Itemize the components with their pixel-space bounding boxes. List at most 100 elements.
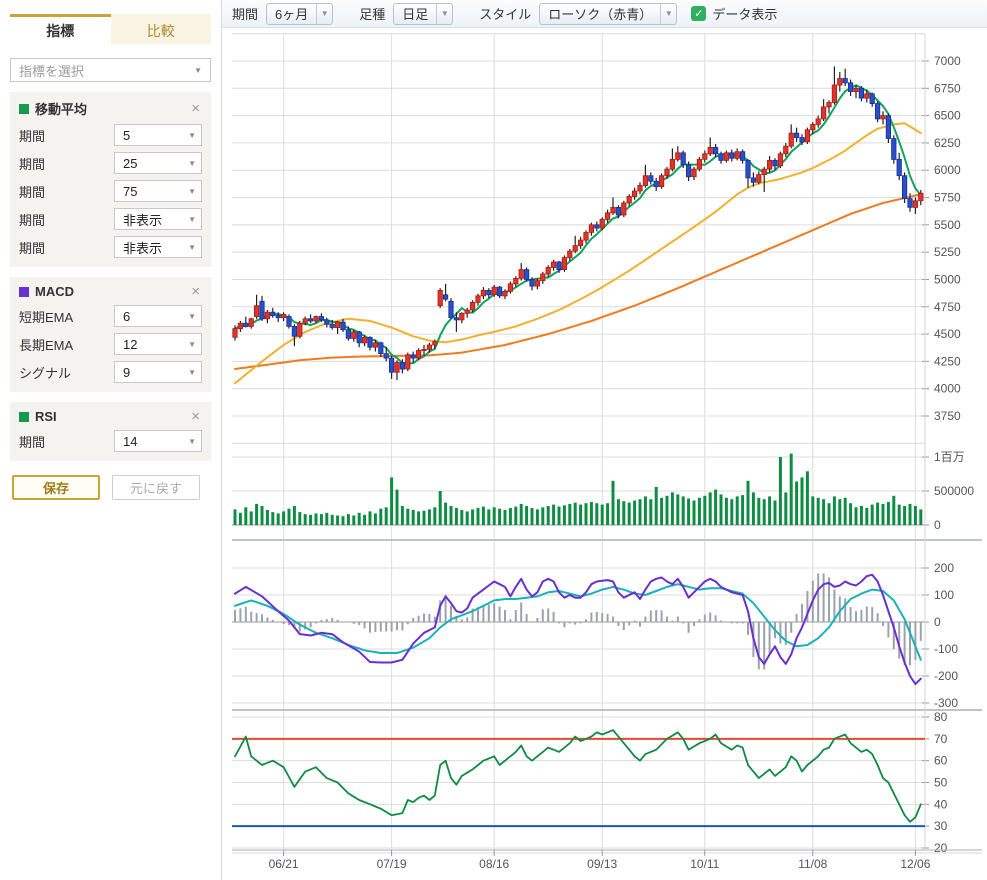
ma-period-3-value: 75 [123,184,137,199]
ma-period-1-select[interactable]: 5▼ [114,124,202,146]
stock-chart-svg[interactable]: 7000675065006250600057505500525050004750… [222,28,987,875]
volume-bar [385,507,388,525]
macd-histogram-bar [542,609,544,622]
volume-bar [817,498,820,525]
candle-down [595,225,599,228]
volume-bar [536,509,539,525]
x-axis-label: 09/13 [587,857,617,871]
period-select[interactable]: 6ヶ月 ▼ [266,3,333,25]
style-select[interactable]: ローソク（赤青） ▼ [539,3,677,25]
macd-long-ema-select[interactable]: 12▼ [114,333,202,355]
close-icon[interactable]: × [189,409,202,424]
volume-bar [790,454,793,525]
candle-up [676,153,680,160]
ma-period-2-select[interactable]: 25▼ [114,152,202,174]
macd-short-ema-select[interactable]: 6▼ [114,305,202,327]
candle-up [865,94,869,98]
macd-histogram-bar [914,622,916,660]
candle-down [368,337,372,347]
volume-bar [234,509,237,525]
ma-period-3-select[interactable]: 75▼ [114,180,202,202]
candle-down [449,301,453,317]
macd-histogram-bar [817,573,819,622]
x-axis-label: 10/11 [690,857,719,871]
volume-bar [882,504,885,525]
volume-bar [698,498,701,525]
ma-period-5-select[interactable]: 非表示▼ [114,236,202,258]
candle-up [816,119,820,125]
section-rsi: RSI × 期間 14▼ [10,402,211,461]
macd-histogram-bar [580,622,582,623]
macd-histogram-bar [423,614,425,623]
volume-bar [552,505,555,525]
rsi-color-swatch [19,412,29,422]
candle-up [476,296,480,303]
candle-down [308,319,312,321]
macd-histogram-bar [698,619,700,622]
macd-axis-label: -300 [934,696,958,710]
macd-signal-select[interactable]: 9▼ [114,361,202,383]
chevron-down-icon: ▼ [188,243,196,252]
volume-bar [250,511,253,525]
macd-histogram-bar [364,622,366,629]
bar-type-select[interactable]: 日足 ▼ [393,3,453,25]
candle-up [703,154,707,160]
volume-bar [741,495,744,525]
candle-down [719,154,723,161]
macd-histogram-bar [466,617,468,622]
candle-down [746,160,750,178]
save-button[interactable]: 保存 [12,475,100,500]
tab-indicators[interactable]: 指標 [10,14,111,44]
volume-bar [757,498,760,525]
price-axis-label: 4000 [934,382,961,396]
candle-up [541,274,545,281]
volume-bar [320,514,323,525]
macd-histogram-bar [877,613,879,622]
indicator-select[interactable]: 指標を選択 ▼ [10,58,211,82]
candle-down [497,287,501,296]
macd-histogram-bar [553,612,555,622]
volume-bar [595,503,598,525]
macd-histogram-bar [266,618,268,623]
candle-up [352,332,356,339]
volume-bar [871,505,874,525]
candle-up [600,219,604,228]
candle-down [379,343,383,354]
macd-histogram-bar [245,607,247,622]
macd-histogram-bar [558,622,560,623]
volume-bar [331,515,334,525]
macd-histogram-bar [747,622,749,635]
macd-histogram-bar [742,622,744,623]
volume-bar [779,457,782,525]
candle-up [568,251,572,258]
candle-down [260,301,264,319]
data-display-checkbox[interactable]: ✓ [691,6,706,21]
volume-bar [390,477,393,525]
ma-period-4-select[interactable]: 非表示▼ [114,208,202,230]
volume-bar [660,498,663,525]
macd-color-swatch [19,287,29,297]
candle-up [406,355,410,369]
reset-button[interactable]: 元に戻す [112,475,200,500]
candle-up [854,88,858,91]
price-axis-label: 6750 [934,81,961,95]
candle-down [524,270,528,280]
volume-bar [363,515,366,525]
rsi-axis-label: 40 [934,797,948,811]
rsi-period-select[interactable]: 14▼ [114,430,202,452]
chevron-down-icon: ▼ [188,131,196,140]
ma-row-4-label: 期間 [19,210,45,229]
candle-up [254,306,258,317]
macd-histogram-bar [596,612,598,622]
close-icon[interactable]: × [189,101,202,116]
tab-compare[interactable]: 比較 [111,14,212,44]
close-icon[interactable]: × [189,284,202,299]
volume-bar [369,511,372,525]
macd-histogram-bar [347,622,349,623]
x-axis-label: 06/21 [269,857,299,871]
candle-up [535,281,539,287]
price-axis-label: 3750 [934,409,961,423]
volume-bar [563,505,566,525]
chart-canvas[interactable]: 7000675065006250600057505500525050004750… [222,28,987,880]
rsi-period-label: 期間 [19,432,45,451]
